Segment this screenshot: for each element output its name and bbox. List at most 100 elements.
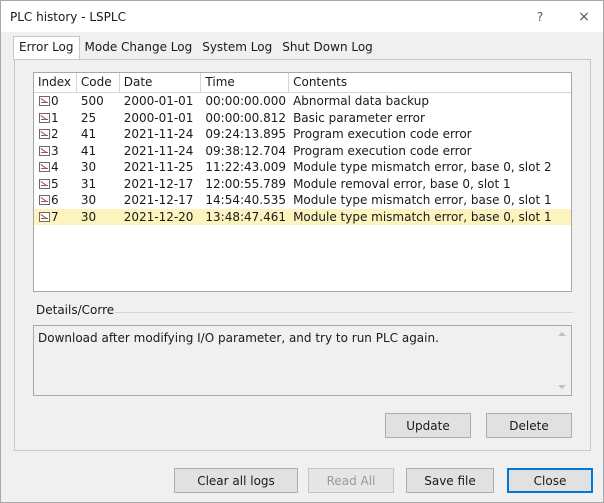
table-row[interactable]: 7 30 2021-12-20 13:48:47.461 Module type mis… — [34, 208, 571, 225]
clear-all-logs-label: Clear all logs — [197, 473, 275, 488]
cell-code: 30 — [80, 193, 97, 208]
column-header-contents[interactable]: Contents — [289, 73, 571, 92]
list-rows: 0 500 2000-01-01 00:00:00.000 Abnormal data … — [34, 93, 571, 225]
cell-contents: Module type mismatch error, base 0, slot… — [293, 209, 552, 224]
tab-mode-change-log[interactable]: Mode Change Log — [80, 37, 198, 59]
cell-contents: Program execution code error — [293, 127, 472, 142]
row-index-text: 2 — [51, 127, 59, 142]
cell-contents: Program execution code error — [293, 143, 472, 158]
cell-code: 41 — [80, 127, 97, 142]
event-log-icon — [39, 178, 50, 189]
event-log-icon — [39, 162, 50, 173]
row-index-text: 6 — [51, 193, 59, 208]
cell-contents: Module removal error, base 0, slot 1 — [293, 176, 511, 191]
event-log-icon — [39, 112, 50, 123]
details-divider — [111, 312, 573, 313]
update-button-label: Update — [406, 418, 450, 433]
cell-code: 31 — [80, 176, 97, 191]
table-row[interactable]: 4 30 2021-11-25 11:22:43.009 Module type mis… — [34, 159, 571, 176]
table-row[interactable]: 2 41 2021-11-24 09:24:13.895 Program executi… — [34, 126, 571, 143]
list-header: Index Code Date Time Contents — [34, 73, 571, 93]
row-index-text: 0 — [51, 94, 59, 109]
cell-date: 2021-11-24 — [123, 143, 194, 158]
column-header-date[interactable]: Date — [120, 73, 202, 92]
cell-date: 2021-12-17 — [123, 193, 194, 208]
cell-date: 2000-01-01 — [123, 110, 194, 125]
cell-index: 4 — [34, 160, 77, 174]
cell-time: 13:48:47.461 — [205, 209, 287, 224]
cell-contents: Abnormal data backup — [293, 94, 429, 109]
scroll-up-arrow-icon[interactable] — [558, 332, 566, 336]
log-tabs: Error Log Mode Change Log System Log Shu… — [13, 36, 378, 60]
clear-all-logs-button[interactable]: Clear all logs — [174, 468, 298, 493]
table-row[interactable]: 0 500 2000-01-01 00:00:00.000 Abnormal data … — [34, 93, 571, 110]
cell-date: 2021-11-25 — [123, 160, 194, 175]
cell-time: 09:24:13.895 — [205, 127, 287, 142]
cell-index: 5 — [34, 177, 77, 191]
table-row[interactable]: 3 41 2021-11-24 09:38:12.704 Program executi… — [34, 143, 571, 160]
close-window-button[interactable]: × — [568, 1, 600, 32]
error-log-list[interactable]: Index Code Date Time Contents 0 500 2000-0… — [33, 72, 572, 292]
row-index-text: 7 — [51, 209, 59, 224]
event-log-icon — [39, 195, 50, 206]
details-scrollbar[interactable] — [554, 326, 571, 395]
event-log-icon — [39, 129, 50, 140]
cell-time: 14:54:40.535 — [205, 193, 287, 208]
update-button[interactable]: Update — [385, 413, 471, 438]
cell-code: 25 — [80, 110, 97, 125]
title-bar: PLC history - LSPLC ? × — [1, 1, 603, 32]
tab-error-log[interactable]: Error Log — [13, 36, 80, 60]
event-log-icon — [39, 145, 50, 156]
column-header-index[interactable]: Index — [34, 73, 77, 92]
cell-time: 00:00:00.812 — [205, 110, 287, 125]
row-index-text: 5 — [51, 176, 59, 191]
cell-time: 12:00:55.789 — [205, 176, 287, 191]
details-label: Details/Corre — [36, 303, 121, 317]
close-button[interactable]: Close — [507, 468, 593, 493]
cell-time: 00:00:00.000 — [205, 94, 287, 109]
cell-time: 11:22:43.009 — [205, 160, 287, 175]
cell-contents: Basic parameter error — [293, 110, 425, 125]
row-index-text: 3 — [51, 143, 59, 158]
table-row[interactable]: 6 30 2021-12-17 14:54:40.535 Module type mis… — [34, 192, 571, 209]
event-log-icon — [39, 211, 50, 222]
cell-contents: Module type mismatch error, base 0, slot… — [293, 160, 552, 175]
window-title: PLC history - LSPLC — [10, 9, 126, 24]
column-header-code[interactable]: Code — [77, 73, 120, 92]
details-box[interactable]: Download after modifying I/O parameter, … — [33, 325, 572, 396]
tab-system-log[interactable]: System Log — [197, 37, 277, 59]
error-log-panel: Index Code Date Time Contents 0 500 2000-0… — [14, 59, 591, 451]
delete-button-label: Delete — [509, 418, 549, 433]
event-log-icon — [39, 96, 50, 107]
details-text: Download after modifying I/O parameter, … — [38, 331, 439, 345]
column-header-time[interactable]: Time — [201, 73, 290, 92]
cell-index: 6 — [34, 193, 77, 207]
row-index-text: 1 — [51, 110, 59, 125]
cell-contents: Module type mismatch error, base 0, slot… — [293, 193, 552, 208]
cell-code: 30 — [80, 160, 97, 175]
read-all-button[interactable]: Read All — [308, 468, 394, 493]
read-all-label: Read All — [326, 473, 376, 488]
cell-code: 41 — [80, 143, 97, 158]
cell-index: 0 — [34, 94, 77, 108]
cell-index: 7 — [34, 210, 77, 224]
cell-date: 2021-12-20 — [123, 209, 194, 224]
save-file-button[interactable]: Save file — [406, 468, 494, 493]
row-index-text: 4 — [51, 160, 59, 175]
cell-index: 1 — [34, 111, 77, 125]
save-file-label: Save file — [424, 473, 476, 488]
cell-date: 2021-12-17 — [123, 176, 194, 191]
close-button-label: Close — [533, 473, 567, 488]
cell-index: 2 — [34, 127, 77, 141]
cell-index: 3 — [34, 144, 77, 158]
delete-button[interactable]: Delete — [486, 413, 572, 438]
plc-history-window: PLC history - LSPLC ? × Error Log Mode C… — [0, 0, 604, 503]
cell-date: 2000-01-01 — [123, 94, 194, 109]
tab-shut-down-log[interactable]: Shut Down Log — [277, 37, 378, 59]
table-row[interactable]: 1 25 2000-01-01 00:00:00.812 Basic parameter… — [34, 110, 571, 127]
help-button[interactable]: ? — [524, 1, 556, 32]
cell-code: 500 — [80, 94, 104, 109]
scroll-down-arrow-icon[interactable] — [558, 385, 566, 389]
cell-date: 2021-11-24 — [123, 127, 194, 142]
table-row[interactable]: 5 31 2021-12-17 12:00:55.789 Module removal … — [34, 176, 571, 193]
